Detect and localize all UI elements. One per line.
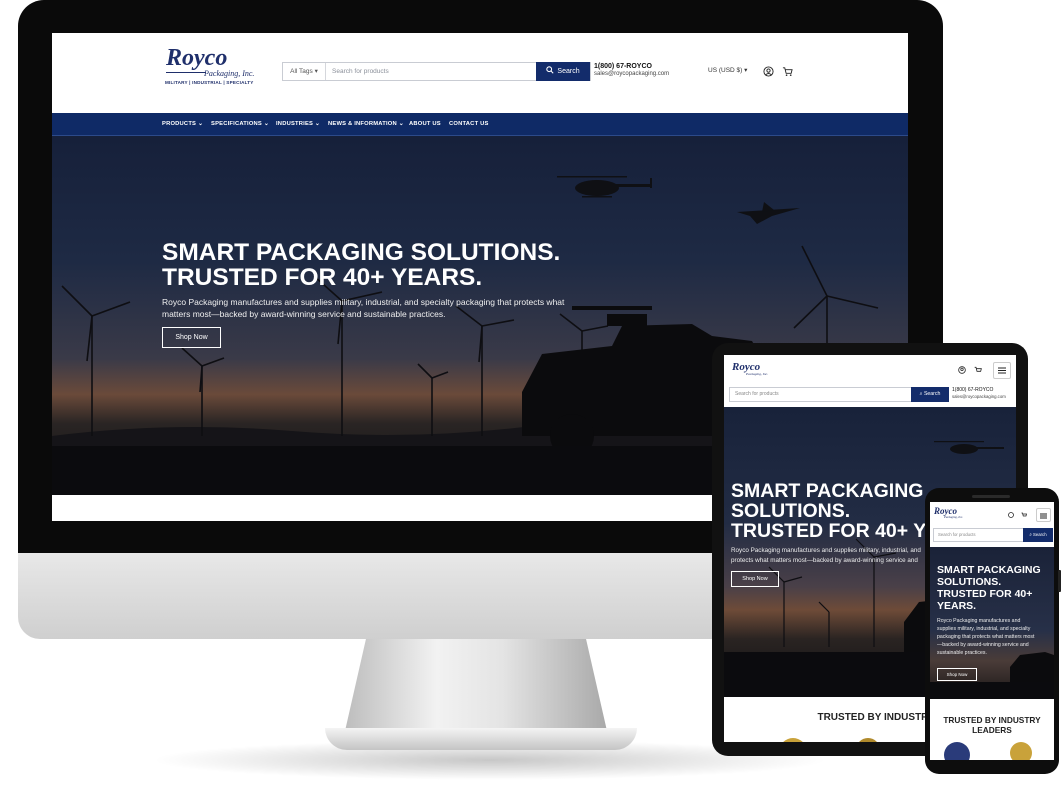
hero-description: Royco Packaging manufactures and supplie… [162,296,565,320]
currency-selector[interactable]: US (USD $) ▾ [708,66,747,74]
chevron-down-icon: ⌄ [263,121,269,127]
search-input[interactable]: Search for products [332,63,389,80]
headline-line: SMART PACKAGING [731,480,924,502]
search-icon [546,66,554,74]
nav-label: PRODUCTS [162,121,197,127]
phone-screen: Royco Packaging, Inc. Search for product… [930,502,1054,760]
chevron-down-icon: ⌄ [197,121,204,127]
phone-number[interactable]: 1(800) 67-ROYCO [594,63,652,70]
menu-button[interactable] [1036,508,1051,522]
search-icon: ⌕ [1029,532,1032,537]
shop-now-button[interactable]: Shop Now [937,668,977,681]
search-button[interactable]: ⌕ Search [911,387,949,402]
monitor-stand-neck [345,639,607,731]
search-input[interactable]: Search for products [938,529,976,541]
tablet-hero-description: Royco Packaging manufactures and supplie… [731,546,931,566]
logo-subtitle: Packaging, Inc. [746,372,769,376]
phone-search-bar: Search for products ⌕ Search [933,528,1053,542]
phone-number[interactable]: 1(800) 67-ROYCO [952,387,993,393]
shop-now-button[interactable]: Shop Now [731,571,779,587]
user-icon[interactable] [763,66,774,77]
hero-headline-line1: SMART PACKAGING SOLUTIONS. [162,239,561,266]
chevron-down-icon: ▾ [744,67,748,74]
nav-label: INDUSTRIES [276,121,314,127]
cart-icon[interactable] [1021,512,1027,518]
phone-side-button [1058,570,1061,592]
chevron-down-icon: ⌄ [398,121,404,127]
logo-swoosh [166,72,206,73]
nav-item-products[interactable]: PRODUCTS ⌄ [162,113,203,135]
tablet-logo[interactable]: Royco Packaging, Inc. [732,361,772,381]
main-nav: PRODUCTS ⌄ SPECIFICATIONS ⌄ INDUSTRIES ⌄… [52,113,908,136]
partner-seal [779,738,807,742]
search-button[interactable]: Search [536,62,590,81]
chevron-down-icon: ▾ [314,68,318,75]
search-input[interactable]: Search for products [735,388,779,401]
nav-label: SPECIFICATIONS [211,121,263,127]
email-link[interactable]: sales@roycopackaging.com [594,71,669,77]
search-button-label: Search [557,68,580,75]
cart-icon[interactable] [974,366,982,374]
phone-hero-headline: SMART PACKAGING SOLUTIONS. TRUSTED FOR 4… [937,564,1041,612]
phone-hero-description: Royco Packaging manufactures and supplie… [937,618,1035,656]
site-header: Royco Packaging, Inc. MILITARY | INDUSTR… [52,33,908,113]
phone-speaker [972,495,1010,498]
nav-item-contact[interactable]: CONTACT US [449,113,489,135]
partner-seal [944,742,970,760]
search-button[interactable]: ⌕ Search [1023,528,1053,542]
menu-icon [998,367,1006,374]
monitor-stand-base [325,728,637,750]
phone-logo[interactable]: Royco Packaging, Inc. [934,506,966,522]
logo-subtitle: Packaging, Inc. [944,515,963,519]
search-icon: ⌕ [919,391,923,397]
search-button-label: Search [923,391,941,397]
tablet-hero-headline: SMART PACKAGING SOLUTIONS. TRUSTED FOR 4… [731,481,939,541]
search-button-label: Search [1032,532,1047,537]
description-line: protects what matters most—backed by awa… [731,557,918,564]
user-icon[interactable] [958,366,966,374]
headline-line: TRUSTED FOR 40+ YE [731,520,940,542]
tags-label: All Tags [290,68,313,75]
hero-headline-line2: TRUSTED FOR 40+ YEARS. [162,264,483,291]
nav-item-about[interactable]: ABOUT US [409,113,441,135]
description-line: Royco Packaging manufactures and supplie… [731,547,921,554]
tags-dropdown[interactable]: All Tags ▾ [283,63,326,80]
logo-name: Royco [166,45,228,71]
shop-now-button[interactable]: Shop Now [162,327,221,348]
nav-item-industries[interactable]: INDUSTRIES ⌄ [276,113,320,135]
search-bar: All Tags ▾ Search for products Search [282,62,591,81]
partner-seal [1010,742,1032,760]
cart-icon[interactable] [782,66,793,77]
currency-label: US (USD $) [708,67,743,74]
nav-item-specifications[interactable]: SPECIFICATIONS ⌄ [211,113,269,135]
headline-line: SOLUTIONS. [731,500,851,522]
nav-label: NEWS & INFORMATION [328,121,397,127]
partner-seal [856,738,880,742]
hero-headline: SMART PACKAGING SOLUTIONS. TRUSTED FOR 4… [162,240,560,290]
nav-item-news[interactable]: NEWS & INFORMATION ⌄ [328,113,404,135]
logo-subtitle: Packaging, Inc. [204,69,255,78]
hero-description-line1: Royco Packaging manufactures and supplie… [162,297,565,307]
menu-button[interactable] [993,362,1011,379]
trusted-heading: TRUSTED BY INDUSTRY LEADERS [943,715,1041,735]
user-icon[interactable] [1008,512,1014,518]
logo-tagline: MILITARY | INDUSTRIAL | SPECIALTY [165,80,254,85]
hero-description-line2: matters most—backed by award-winning ser… [162,309,446,319]
menu-icon [1040,513,1047,519]
email-link[interactable]: sales@roycopackaging.com [952,394,1006,399]
tablet-search-bar: Search for products ⌕ Search [729,387,949,402]
site-logo[interactable]: Royco Packaging, Inc. MILITARY | INDUSTR… [162,45,257,89]
chevron-down-icon: ⌄ [314,121,320,127]
